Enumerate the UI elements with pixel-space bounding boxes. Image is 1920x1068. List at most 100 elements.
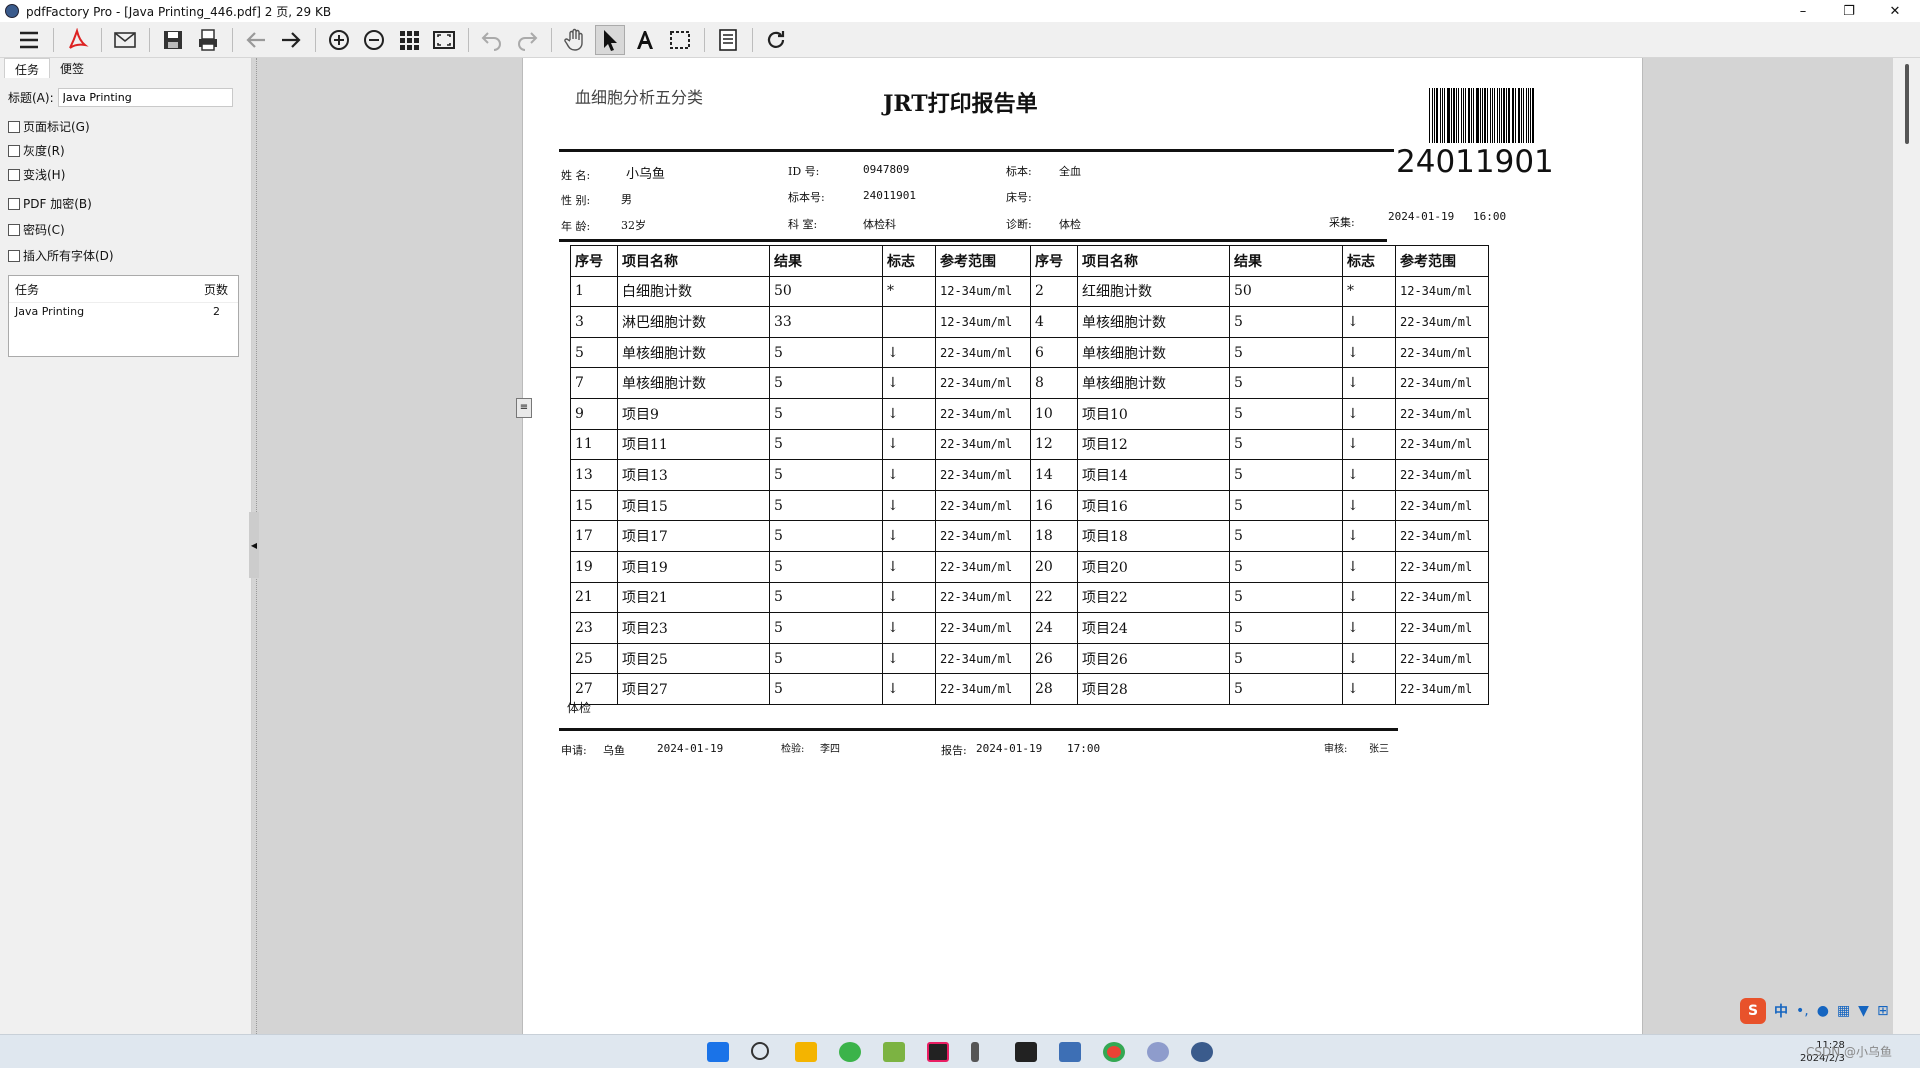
arrow-right-icon[interactable]: [276, 25, 306, 55]
arrow-left-icon[interactable]: [241, 25, 271, 55]
table-cell: 5: [769, 367, 883, 399]
results-table: 序号 项目名称 结果 标志 参考范围 序号 项目名称 结果 标志 参考范围 1 白细胞计数 50 * 12…: [570, 245, 1489, 705]
encrypt-checkbox[interactable]: [8, 197, 20, 210]
punctuation-mode[interactable]: •,: [1796, 1003, 1809, 1019]
table-cell: 11: [570, 428, 618, 461]
tab-notes[interactable]: 便签: [50, 58, 94, 78]
option-pdf-encrypt[interactable]: PDF 加密(B): [8, 195, 92, 212]
grayscale-checkbox[interactable]: [8, 144, 20, 157]
email-icon[interactable]: [110, 25, 140, 55]
barcode-bar: [1514, 88, 1517, 143]
hbuilder-icon[interactable]: [1059, 1042, 1081, 1062]
table-cell: 22-34um/ml: [935, 336, 1031, 369]
edge-browser-icon[interactable]: [839, 1042, 861, 1062]
tab-tasks[interactable]: 任务: [4, 58, 51, 78]
menu-icon[interactable]: [14, 25, 44, 55]
search-icon[interactable]: [751, 1042, 769, 1060]
barcode-bar: [1435, 88, 1438, 143]
page-marker-icon[interactable]: ≡: [516, 398, 532, 418]
pages-column-header[interactable]: 页数: [204, 281, 228, 298]
patient-name: 小乌鱼: [626, 167, 666, 182]
pdffactory-icon[interactable]: [1191, 1042, 1213, 1062]
text-select-icon[interactable]: [630, 25, 660, 55]
watermark-text: CSDN @小乌鱼: [1806, 1045, 1893, 1059]
terminal-icon[interactable]: [1015, 1042, 1037, 1062]
figure-icon[interactable]: [971, 1042, 979, 1062]
table-cell: 5: [769, 642, 883, 675]
table-cell: 5: [769, 459, 883, 491]
table-cell: 5: [1229, 336, 1343, 369]
table-cell: 22-34um/ml: [1395, 581, 1489, 614]
table-row: 17 项目17 5 ↓ 22-34um/ml 18 项目18 5 ↓ 22-34um/ml: [570, 520, 1489, 552]
zoom-in-icon[interactable]: [324, 25, 354, 55]
network-app-icon[interactable]: [1147, 1042, 1169, 1062]
print-icon[interactable]: [193, 25, 223, 55]
sex-value: 男: [621, 193, 632, 206]
microphone-icon[interactable]: ●: [1817, 1003, 1829, 1019]
left-panel: 任务 便签 标题(A): 页面标记(G) 灰度(R) 变浅(H) PDF 加密(…: [0, 58, 252, 1034]
audit-label: 审核:: [1324, 744, 1348, 755]
table-cell: ↓: [1342, 550, 1396, 583]
notepad-icon[interactable]: [883, 1042, 905, 1062]
table-cell: 20: [1030, 550, 1078, 583]
taskbar: 11:28 2024/2/3: [0, 1034, 1920, 1068]
jetbrains-icon[interactable]: [927, 1042, 949, 1062]
shirt-icon[interactable]: ▼: [1858, 1003, 1869, 1019]
password-checkbox[interactable]: [8, 223, 20, 236]
minimize-button[interactable]: –: [1780, 0, 1826, 22]
marquee-icon[interactable]: [665, 25, 695, 55]
table-cell: 15: [570, 489, 618, 522]
title-input[interactable]: [57, 88, 233, 107]
close-button[interactable]: ✕: [1872, 0, 1918, 22]
remark-text: 体检: [567, 701, 592, 715]
zoom-out-icon[interactable]: [359, 25, 389, 55]
table-cell: 5: [1229, 306, 1343, 338]
sogou-ime-icon[interactable]: S: [1740, 998, 1766, 1024]
barcode-bar: [1508, 88, 1510, 143]
file-explorer-icon[interactable]: [795, 1042, 817, 1062]
keyboard-icon[interactable]: ▦: [1837, 1003, 1850, 1019]
chrome-icon[interactable]: [1103, 1042, 1125, 1062]
option-lighten[interactable]: 变浅(H): [8, 166, 65, 183]
table-cell: ↓: [882, 520, 936, 552]
column-header: 标志: [1342, 245, 1396, 277]
task-column-header[interactable]: 任务: [15, 281, 39, 298]
scrollbar-thumb[interactable]: [1905, 64, 1909, 144]
page-marks-checkbox[interactable]: [8, 120, 20, 133]
save-icon[interactable]: [158, 25, 188, 55]
refresh-icon[interactable]: [761, 25, 791, 55]
option-embed-fonts[interactable]: 插入所有字体(D): [8, 247, 114, 264]
table-cell: 26: [1030, 642, 1078, 675]
task-list[interactable]: 任务 页数 Java Printing 2: [8, 275, 239, 357]
hand-icon[interactable]: [560, 25, 590, 55]
notes-icon[interactable]: [713, 25, 743, 55]
ime-mode[interactable]: 中: [1774, 1001, 1788, 1021]
windows-start-icon[interactable]: [707, 1042, 729, 1062]
pdf-icon[interactable]: [62, 25, 92, 55]
barcode-bar: [1482, 88, 1484, 143]
redo-icon[interactable]: [512, 25, 542, 55]
table-cell: 22-34um/ml: [935, 642, 1031, 675]
table-row: 13 项目13 5 ↓ 22-34um/ml 14 项目14 5 ↓ 22-34um/ml: [570, 459, 1489, 491]
table-cell: 单核细胞计数: [1077, 367, 1230, 399]
name-label: 姓 名:: [561, 169, 591, 182]
task-row[interactable]: Java Printing 2: [9, 303, 238, 318]
option-page-marks[interactable]: 页面标记(G): [8, 118, 90, 135]
fit-page-icon[interactable]: [429, 25, 459, 55]
undo-icon[interactable]: [477, 25, 507, 55]
barcode-bar: [1518, 88, 1521, 143]
collapse-panel-handle[interactable]: ◀: [249, 512, 259, 578]
embed-fonts-checkbox[interactable]: [8, 249, 20, 262]
select-arrow-icon[interactable]: [595, 24, 625, 55]
grid-icon[interactable]: ⊞: [1877, 1003, 1889, 1019]
table-cell: 项目28: [1077, 673, 1230, 705]
option-grayscale[interactable]: 灰度(R): [8, 142, 65, 159]
table-cell: ↓: [1342, 459, 1396, 491]
audit-person: 张三: [1369, 744, 1389, 755]
lighten-checkbox[interactable]: [8, 168, 20, 181]
thumbnails-icon[interactable]: [394, 25, 424, 55]
option-password[interactable]: 密码(C): [8, 221, 65, 238]
table-cell: 5: [769, 550, 883, 583]
vertical-scrollbar[interactable]: [1893, 58, 1920, 1034]
maximize-button[interactable]: ❐: [1826, 0, 1872, 22]
